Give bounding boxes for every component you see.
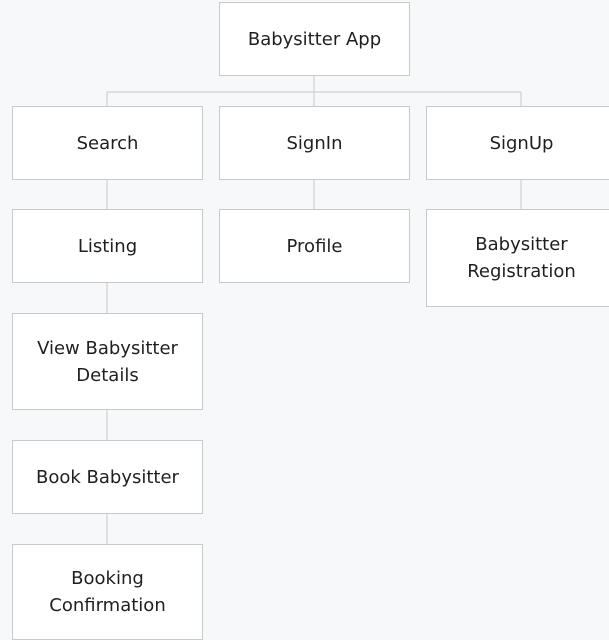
node-label: Search — [76, 132, 139, 154]
node-book-babysitter: Book Babysitter — [12, 440, 203, 514]
node-label: Booking Confirmation — [49, 568, 166, 616]
node-profile: Profile — [219, 209, 410, 283]
node-view-babysitter-details: View Babysitter Details — [12, 313, 203, 410]
node-search: Search — [12, 106, 203, 180]
node-label: Listing — [77, 235, 138, 257]
sitemap-diagram: Babysitter App Search SignIn SignUp List… — [0, 0, 609, 640]
node-listing: Listing — [12, 209, 203, 283]
node-signin: SignIn — [219, 106, 410, 180]
node-label: SignIn — [286, 132, 343, 154]
node-babysitter-registration: Babysitter Registration — [426, 209, 609, 307]
node-label: View Babysitter Details — [37, 337, 178, 386]
node-label: SignUp — [489, 132, 554, 154]
node-label: Babysitter App — [247, 28, 382, 50]
node-signup: SignUp — [426, 106, 609, 180]
node-label: Profile — [286, 235, 343, 257]
node-booking-confirmation: Booking Confirmation — [12, 544, 203, 640]
node-label: Book Babysitter — [36, 466, 179, 488]
node-label: Babysitter Registration — [467, 234, 576, 282]
node-babysitter-app: Babysitter App — [219, 2, 410, 76]
